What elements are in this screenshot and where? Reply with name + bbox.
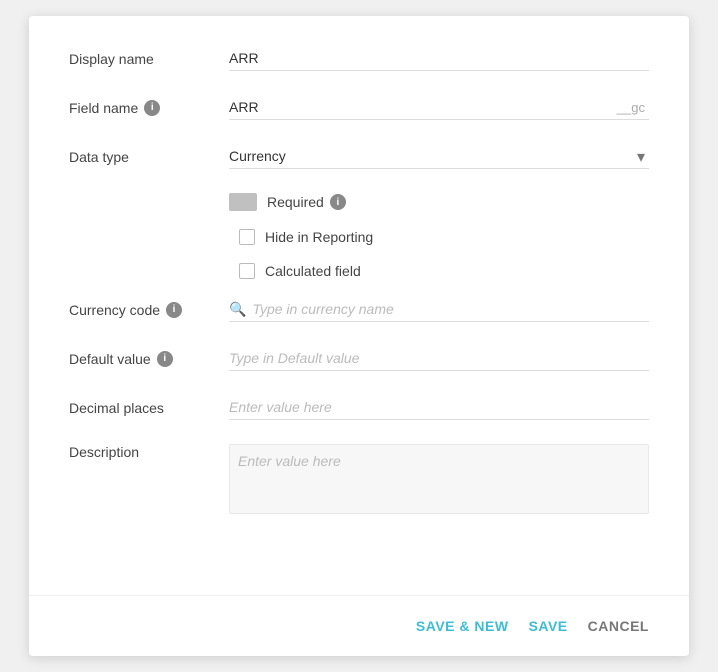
search-icon: 🔍	[229, 301, 246, 318]
display-name-control	[229, 46, 649, 71]
modal-body: Display name Field name i __gc Data type	[29, 16, 689, 595]
description-control	[229, 444, 649, 519]
hide-reporting-checkbox[interactable]	[239, 229, 255, 245]
field-name-input[interactable]	[229, 95, 617, 119]
data-type-select[interactable]: Currency Text Number Date Boolean	[229, 144, 649, 169]
field-name-wrapper: __gc	[229, 95, 649, 120]
currency-code-row: Currency code i 🔍	[69, 297, 649, 322]
save-new-button[interactable]: SAVE & NEW	[416, 614, 509, 638]
description-label: Description	[69, 444, 229, 460]
field-name-suffix: __gc	[617, 100, 649, 115]
modal-footer: SAVE & NEW SAVE CANCEL	[29, 595, 689, 656]
required-label: Required i	[267, 194, 346, 210]
default-value-control	[229, 346, 649, 371]
field-name-label: Field name i	[69, 100, 229, 116]
default-value-label: Default value i	[69, 351, 229, 367]
calculated-field-row: Calculated field	[69, 263, 649, 279]
data-type-select-wrapper: Currency Text Number Date Boolean ▾	[229, 144, 649, 169]
required-info-icon[interactable]: i	[330, 194, 346, 210]
data-type-control: Currency Text Number Date Boolean ▾	[229, 144, 649, 169]
field-name-control: __gc	[229, 95, 649, 120]
decimal-places-row: Decimal places	[69, 395, 649, 420]
currency-code-control: 🔍	[229, 297, 649, 322]
modal-dialog: Display name Field name i __gc Data type	[29, 16, 689, 656]
description-row: Description	[69, 444, 649, 519]
cancel-button[interactable]: CANCEL	[588, 614, 649, 638]
required-row: Required i	[69, 193, 649, 211]
default-value-info-icon[interactable]: i	[157, 351, 173, 367]
display-name-label: Display name	[69, 51, 229, 67]
hide-reporting-row: Hide in Reporting	[69, 229, 649, 245]
decimal-places-control	[229, 395, 649, 420]
save-button[interactable]: SAVE	[529, 614, 568, 638]
currency-search-wrapper: 🔍	[229, 297, 649, 322]
currency-code-input[interactable]	[252, 297, 649, 321]
field-name-row: Field name i __gc	[69, 95, 649, 120]
calculated-field-checkbox[interactable]	[239, 263, 255, 279]
calculated-field-label: Calculated field	[265, 263, 361, 279]
description-textarea[interactable]	[229, 444, 649, 514]
default-value-row: Default value i	[69, 346, 649, 371]
default-value-input[interactable]	[229, 346, 649, 371]
currency-code-info-icon[interactable]: i	[166, 302, 182, 318]
data-type-label: Data type	[69, 149, 229, 165]
required-toggle[interactable]	[229, 193, 257, 211]
data-type-row: Data type Currency Text Number Date Bool…	[69, 144, 649, 169]
hide-reporting-label: Hide in Reporting	[265, 229, 373, 245]
field-name-info-icon[interactable]: i	[144, 100, 160, 116]
display-name-input[interactable]	[229, 46, 649, 71]
display-name-row: Display name	[69, 46, 649, 71]
currency-code-label: Currency code i	[69, 302, 229, 318]
decimal-places-input[interactable]	[229, 395, 649, 420]
decimal-places-label: Decimal places	[69, 400, 229, 416]
